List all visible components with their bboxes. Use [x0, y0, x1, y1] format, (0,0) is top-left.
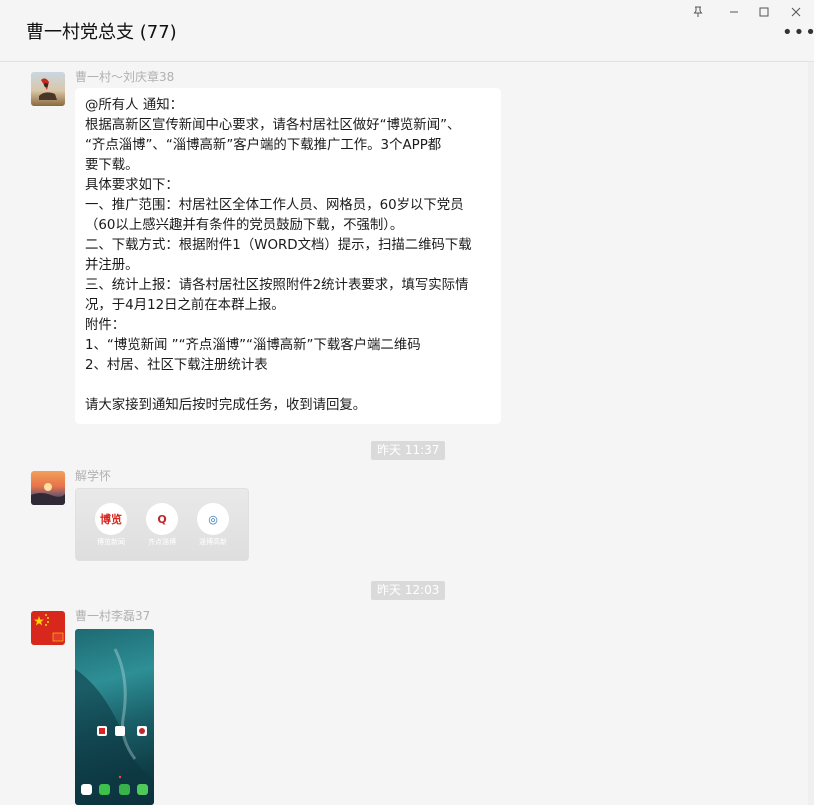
zibo-gaoxin-icon: ◎: [197, 503, 229, 535]
close-button[interactable]: [784, 2, 808, 22]
message-line: @所有人 通知：: [85, 98, 183, 113]
phone-homescreen-art: [75, 648, 154, 805]
qidian-zibo-icon: Q: [146, 503, 178, 535]
sender-name: 曹一村李磊37: [75, 609, 151, 623]
maximize-icon: [759, 7, 769, 17]
pin-icon-svg: [693, 6, 703, 17]
message-bubble-notice[interactable]: @所有人 通知： 根据高新区宣传新闻中心要求，请各村居社区做好“博览新闻”、 “…: [75, 88, 501, 424]
chat-scrollbar[interactable]: [808, 62, 814, 805]
china-flag-avatar: [34, 614, 64, 642]
message-line: 二、下载方式：根据附件1（WORD文档）提示，扫描二维码下载: [85, 238, 472, 253]
bolan-news-icon: 博览: [95, 503, 127, 535]
message-line: 根据高新区宣传新闻中心要求，请各村居社区做好“博览新闻”、: [85, 118, 461, 133]
message-line: “齐点淄博”、“淄博高新”客户端的下载推广工作。3个APP都: [85, 138, 442, 153]
app-label: 博览新闻: [97, 538, 125, 546]
timestamp: 昨天 11:37: [371, 441, 446, 460]
message-line: 并注册。: [85, 258, 139, 273]
message-line: 附件：: [85, 318, 126, 333]
title-bar: 曹一村党总支 (77) •••: [0, 0, 814, 62]
app-label: 齐点淄博: [148, 538, 176, 546]
sender-name: 曹一村～刘庆章38: [75, 70, 175, 84]
minimize-button[interactable]: [722, 2, 746, 22]
message-line: （60以上感兴趣并有条件的党员鼓励下载，不强制）。: [85, 218, 404, 233]
message-line: 请大家接到通知后按时完成任务，收到请回复。: [85, 398, 367, 413]
timestamp: 昨天 12:03: [371, 581, 446, 600]
message-line: 一、推广范围：村居社区全体工作人员、网格员，60岁以下党员: [85, 198, 464, 213]
message-line: 三、统计上报：请各村居社区按照附件2统计表要求，填写实际情: [85, 278, 469, 293]
sunset-avatar: [31, 483, 65, 505]
pin-icon[interactable]: [686, 2, 710, 22]
app-label: 淄博高新: [199, 538, 227, 546]
message-line: 具体要求如下：: [85, 178, 179, 193]
chat-title: 曹一村党总支 (77): [26, 22, 177, 43]
message-line: [85, 376, 491, 396]
avatar-xie[interactable]: [31, 471, 65, 505]
phone-screenshot-image[interactable]: [75, 629, 154, 805]
message-line: 要下载。: [85, 158, 139, 173]
person-on-horse-avatar: [39, 78, 57, 100]
more-options-button[interactable]: •••: [782, 24, 814, 46]
avatar-liu[interactable]: [31, 72, 65, 106]
avatar-li[interactable]: [31, 611, 65, 645]
app-qrcode-image[interactable]: 博览 Q ◎ 博览新闻 齐点淄博 淄博高新: [75, 488, 249, 561]
message-line: 2、村居、社区下载注册统计表: [85, 358, 268, 373]
message-line: 况，于4月12日之前在本群上报。: [85, 298, 285, 313]
message-line: 1、“博览新闻 ”“齐点淄博”“淄博高新”下载客户端二维码: [85, 338, 421, 353]
close-icon: [791, 7, 801, 17]
sender-name: 解学怀: [75, 469, 112, 483]
maximize-button[interactable]: [752, 2, 776, 22]
minimize-icon: [730, 11, 738, 13]
